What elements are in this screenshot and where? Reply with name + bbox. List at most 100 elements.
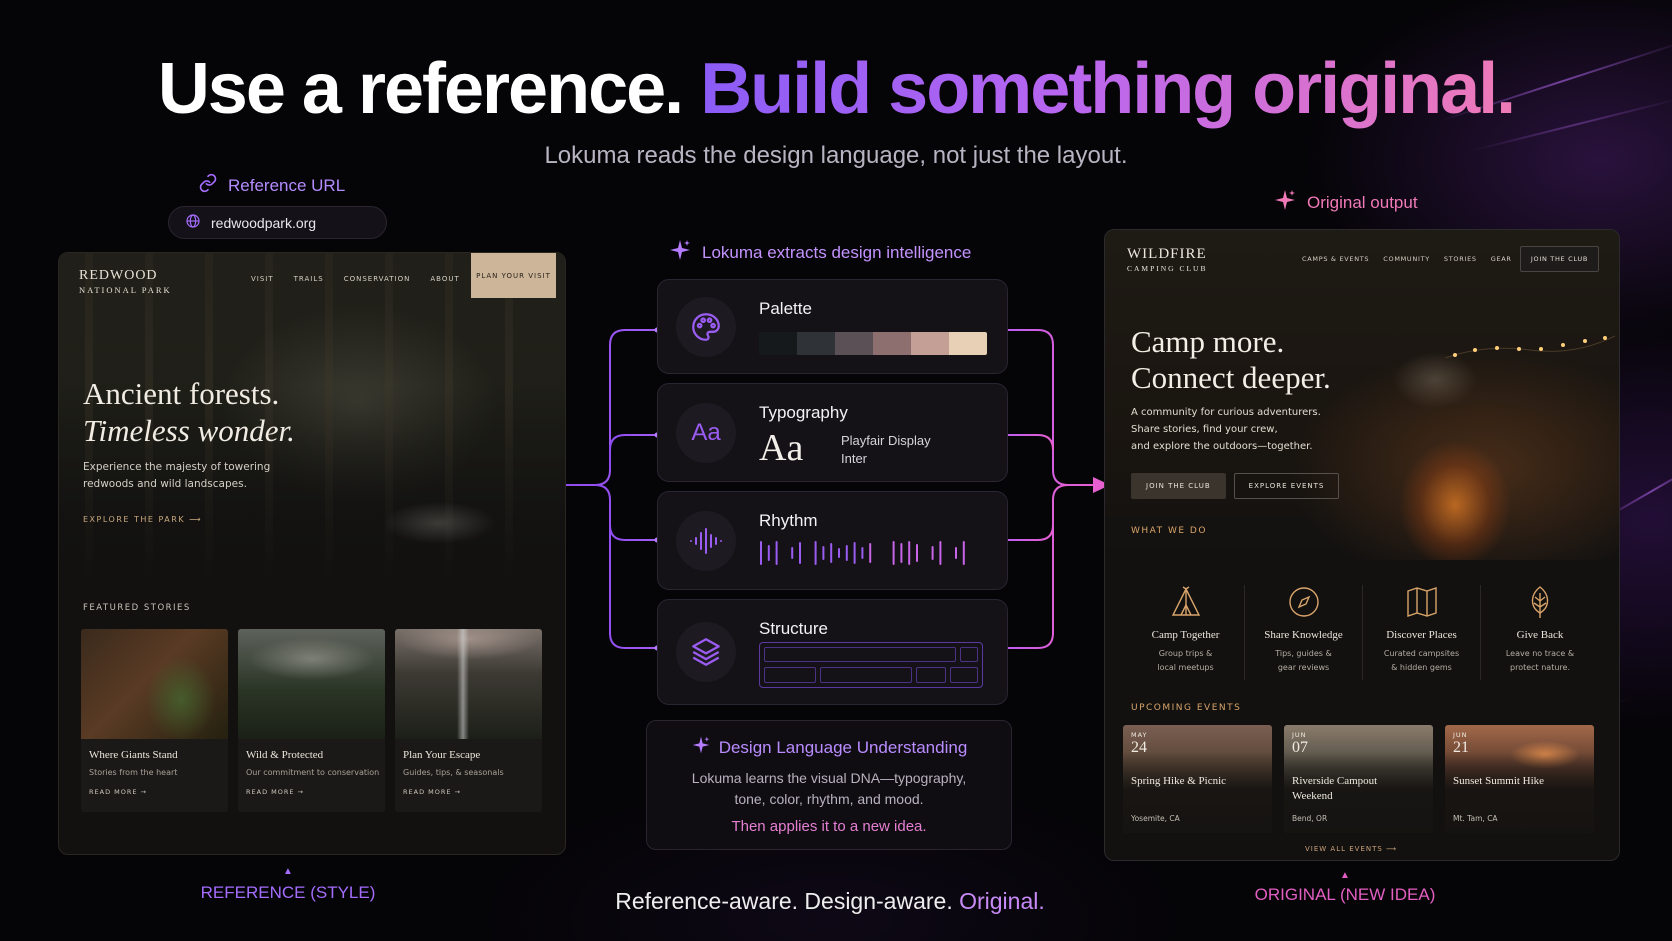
triangle-up-icon: ▲ — [1340, 870, 1350, 881]
waveform-icon — [676, 510, 736, 571]
dlu-accent: Then applies it to a new idea. — [731, 818, 927, 835]
palette-title: Palette — [759, 299, 812, 318]
out-hero-title: Camp more. Connect deeper. — [1131, 324, 1331, 395]
out-nav-gear[interactable]: GEAR — [1491, 255, 1512, 263]
services-row: Camp Together Group trips & local meetups… — [1127, 585, 1599, 680]
what-we-do-heading: WHAT WE DO — [1131, 526, 1207, 536]
dlu-title: Design Language Understanding — [647, 735, 1011, 760]
output-site-preview: WILDFIRE CAMPING CLUB CAMPS & EVENTS COM… — [1104, 229, 1620, 861]
structure-card: Structure — [657, 599, 1008, 705]
color-swatch — [835, 332, 873, 355]
ref-nav-visit[interactable]: VISIT — [251, 275, 274, 283]
color-swatch — [797, 332, 835, 355]
reference-site-preview: REDWOOD NATIONAL PARK VISIT TRAILS CONSE… — [58, 252, 566, 855]
typography-icon: Aa — [676, 402, 736, 463]
map-icon — [1406, 587, 1437, 617]
typography-sample: Aa — [759, 427, 804, 469]
font-body: Inter — [841, 451, 868, 466]
ref-nav-about[interactable]: ABOUT — [430, 275, 459, 283]
url-value: redwoodpark.org — [211, 214, 317, 231]
join-club-button[interactable]: JOIN THE CLUB — [1131, 473, 1226, 499]
event-card[interactable]: JUN 07 Riverside Campout Weekend Bend, OR — [1284, 725, 1433, 833]
reference-url-text: Reference URL — [228, 175, 346, 195]
out-nav: CAMPS & EVENTS COMMUNITY STORIES GEAR — [1302, 255, 1512, 263]
triangle-up-icon: ▲ — [283, 866, 293, 877]
extraction-label: Lokuma extracts design intelligence — [668, 238, 971, 267]
story-cards: Where Giants Stand Stories from the hear… — [81, 629, 542, 812]
event-card[interactable]: MAY 24 Spring Hike & Picnic Yosemite, CA — [1123, 725, 1272, 833]
page-headline: Use a reference. Build something origina… — [0, 48, 1672, 130]
original-caption: ▲ ORIGINAL (NEW IDEA) — [1250, 870, 1440, 905]
service-item[interactable]: Camp Together Group trips & local meetups — [1127, 585, 1245, 680]
leaf-icon — [1531, 586, 1549, 618]
color-swatch — [873, 332, 911, 355]
page-subhead: Lokuma reads the design language, not ju… — [544, 142, 1128, 169]
reference-url-label: Reference URL — [198, 173, 345, 198]
ref-nav-conservation[interactable]: CONSERVATION — [344, 275, 411, 283]
ref-nav-trails[interactable]: TRAILS — [294, 275, 324, 283]
design-language-card: Design Language Understanding Lokuma lea… — [646, 720, 1012, 850]
headline-part1: Use a reference. — [157, 49, 684, 129]
explore-events-button[interactable]: EXPLORE EVENTS — [1233, 473, 1340, 499]
story-card[interactable]: Wild & Protected Our commitment to conse… — [238, 629, 385, 812]
view-all-events-link[interactable]: VIEW ALL EVENTS ⟶ — [1305, 845, 1397, 853]
read-more-link[interactable]: READ MORE → — [403, 788, 461, 796]
sparkle-icon — [691, 735, 711, 760]
color-swatch — [949, 332, 987, 355]
out-nav-stories[interactable]: STORIES — [1444, 255, 1477, 263]
events-row: MAY 24 Spring Hike & Picnic Yosemite, CA … — [1123, 725, 1594, 833]
join-club-nav-button[interactable]: JOIN THE CLUB — [1519, 246, 1599, 272]
read-more-link[interactable]: READ MORE → — [89, 788, 147, 796]
story-image — [238, 629, 385, 739]
sparkle-icon — [668, 238, 692, 267]
palette-swatches — [759, 332, 987, 355]
out-logo[interactable]: WILDFIRE CAMPING CLUB — [1127, 246, 1207, 273]
event-card[interactable]: JUN 21 Sunset Summit Hike Mt. Tam, CA — [1445, 725, 1594, 833]
read-more-link[interactable]: READ MORE → — [246, 788, 304, 796]
rhythm-title: Rhythm — [759, 511, 818, 530]
hero-buttons: JOIN THE CLUB EXPLORE EVENTS — [1131, 473, 1340, 499]
font-heading: Playfair Display — [841, 433, 931, 448]
plan-visit-button[interactable]: PLAN YOUR VISIT — [471, 253, 556, 298]
color-swatch — [911, 332, 949, 355]
ref-nav: VISIT TRAILS CONSERVATION ABOUT — [251, 275, 460, 283]
rhythm-bars — [760, 541, 965, 565]
palette-card: Palette — [657, 279, 1008, 374]
tent-icon — [1171, 586, 1200, 616]
story-card[interactable]: Where Giants Stand Stories from the hear… — [81, 629, 228, 812]
color-swatch — [759, 332, 797, 355]
service-item[interactable]: Discover Places Curated campsites & hidde… — [1363, 585, 1481, 680]
story-image — [395, 629, 542, 739]
typography-title: Typography — [759, 403, 848, 422]
story-card[interactable]: Plan Your Escape Guides, tips, & seasona… — [395, 629, 542, 812]
compass-icon — [1288, 587, 1319, 617]
service-item[interactable]: Give Back Leave no trace & protect nature… — [1481, 585, 1599, 680]
string-lights — [1445, 335, 1615, 359]
rhythm-card: Rhythm — [657, 491, 1008, 590]
link-icon — [198, 173, 218, 198]
event-date: MAY 24 — [1131, 731, 1148, 756]
structure-title: Structure — [759, 619, 828, 638]
font-names: Playfair Display Inter — [841, 432, 931, 468]
out-nav-community[interactable]: COMMUNITY — [1383, 255, 1430, 263]
ref-hero-intro: Experience the majesty of towering redwo… — [83, 461, 271, 490]
story-image — [81, 629, 228, 739]
structure-wireframe — [759, 642, 983, 688]
ref-hero-title: Ancient forests. Timeless wonder. — [83, 376, 295, 448]
original-output-label: Original output — [1273, 188, 1418, 217]
ref-logo[interactable]: REDWOOD NATIONAL PARK — [79, 268, 172, 295]
url-input[interactable]: redwoodpark.org — [168, 206, 387, 239]
service-item[interactable]: Share Knowledge Tips, guides & gear revie… — [1245, 585, 1363, 680]
dlu-body: Lokuma learns the visual DNA—typography,… — [691, 770, 967, 807]
headline-part2: Build something original. — [700, 49, 1516, 129]
typography-card: Aa Typography Aa Playfair Display Inter — [657, 383, 1008, 482]
explore-park-link[interactable]: EXPLORE THE PARK ⟶ — [83, 515, 202, 524]
featured-stories-heading: FEATURED STORIES — [83, 603, 191, 613]
out-nav-camps-events[interactable]: CAMPS & EVENTS — [1302, 255, 1369, 263]
palette-icon — [676, 296, 736, 357]
layers-icon — [676, 622, 736, 682]
out-hero-intro: A community for curious adventurers. Sha… — [1131, 407, 1321, 452]
event-date: JUN 21 — [1453, 731, 1469, 756]
event-date: JUN 07 — [1292, 731, 1308, 756]
upcoming-events-heading: UPCOMING EVENTS — [1131, 703, 1242, 713]
